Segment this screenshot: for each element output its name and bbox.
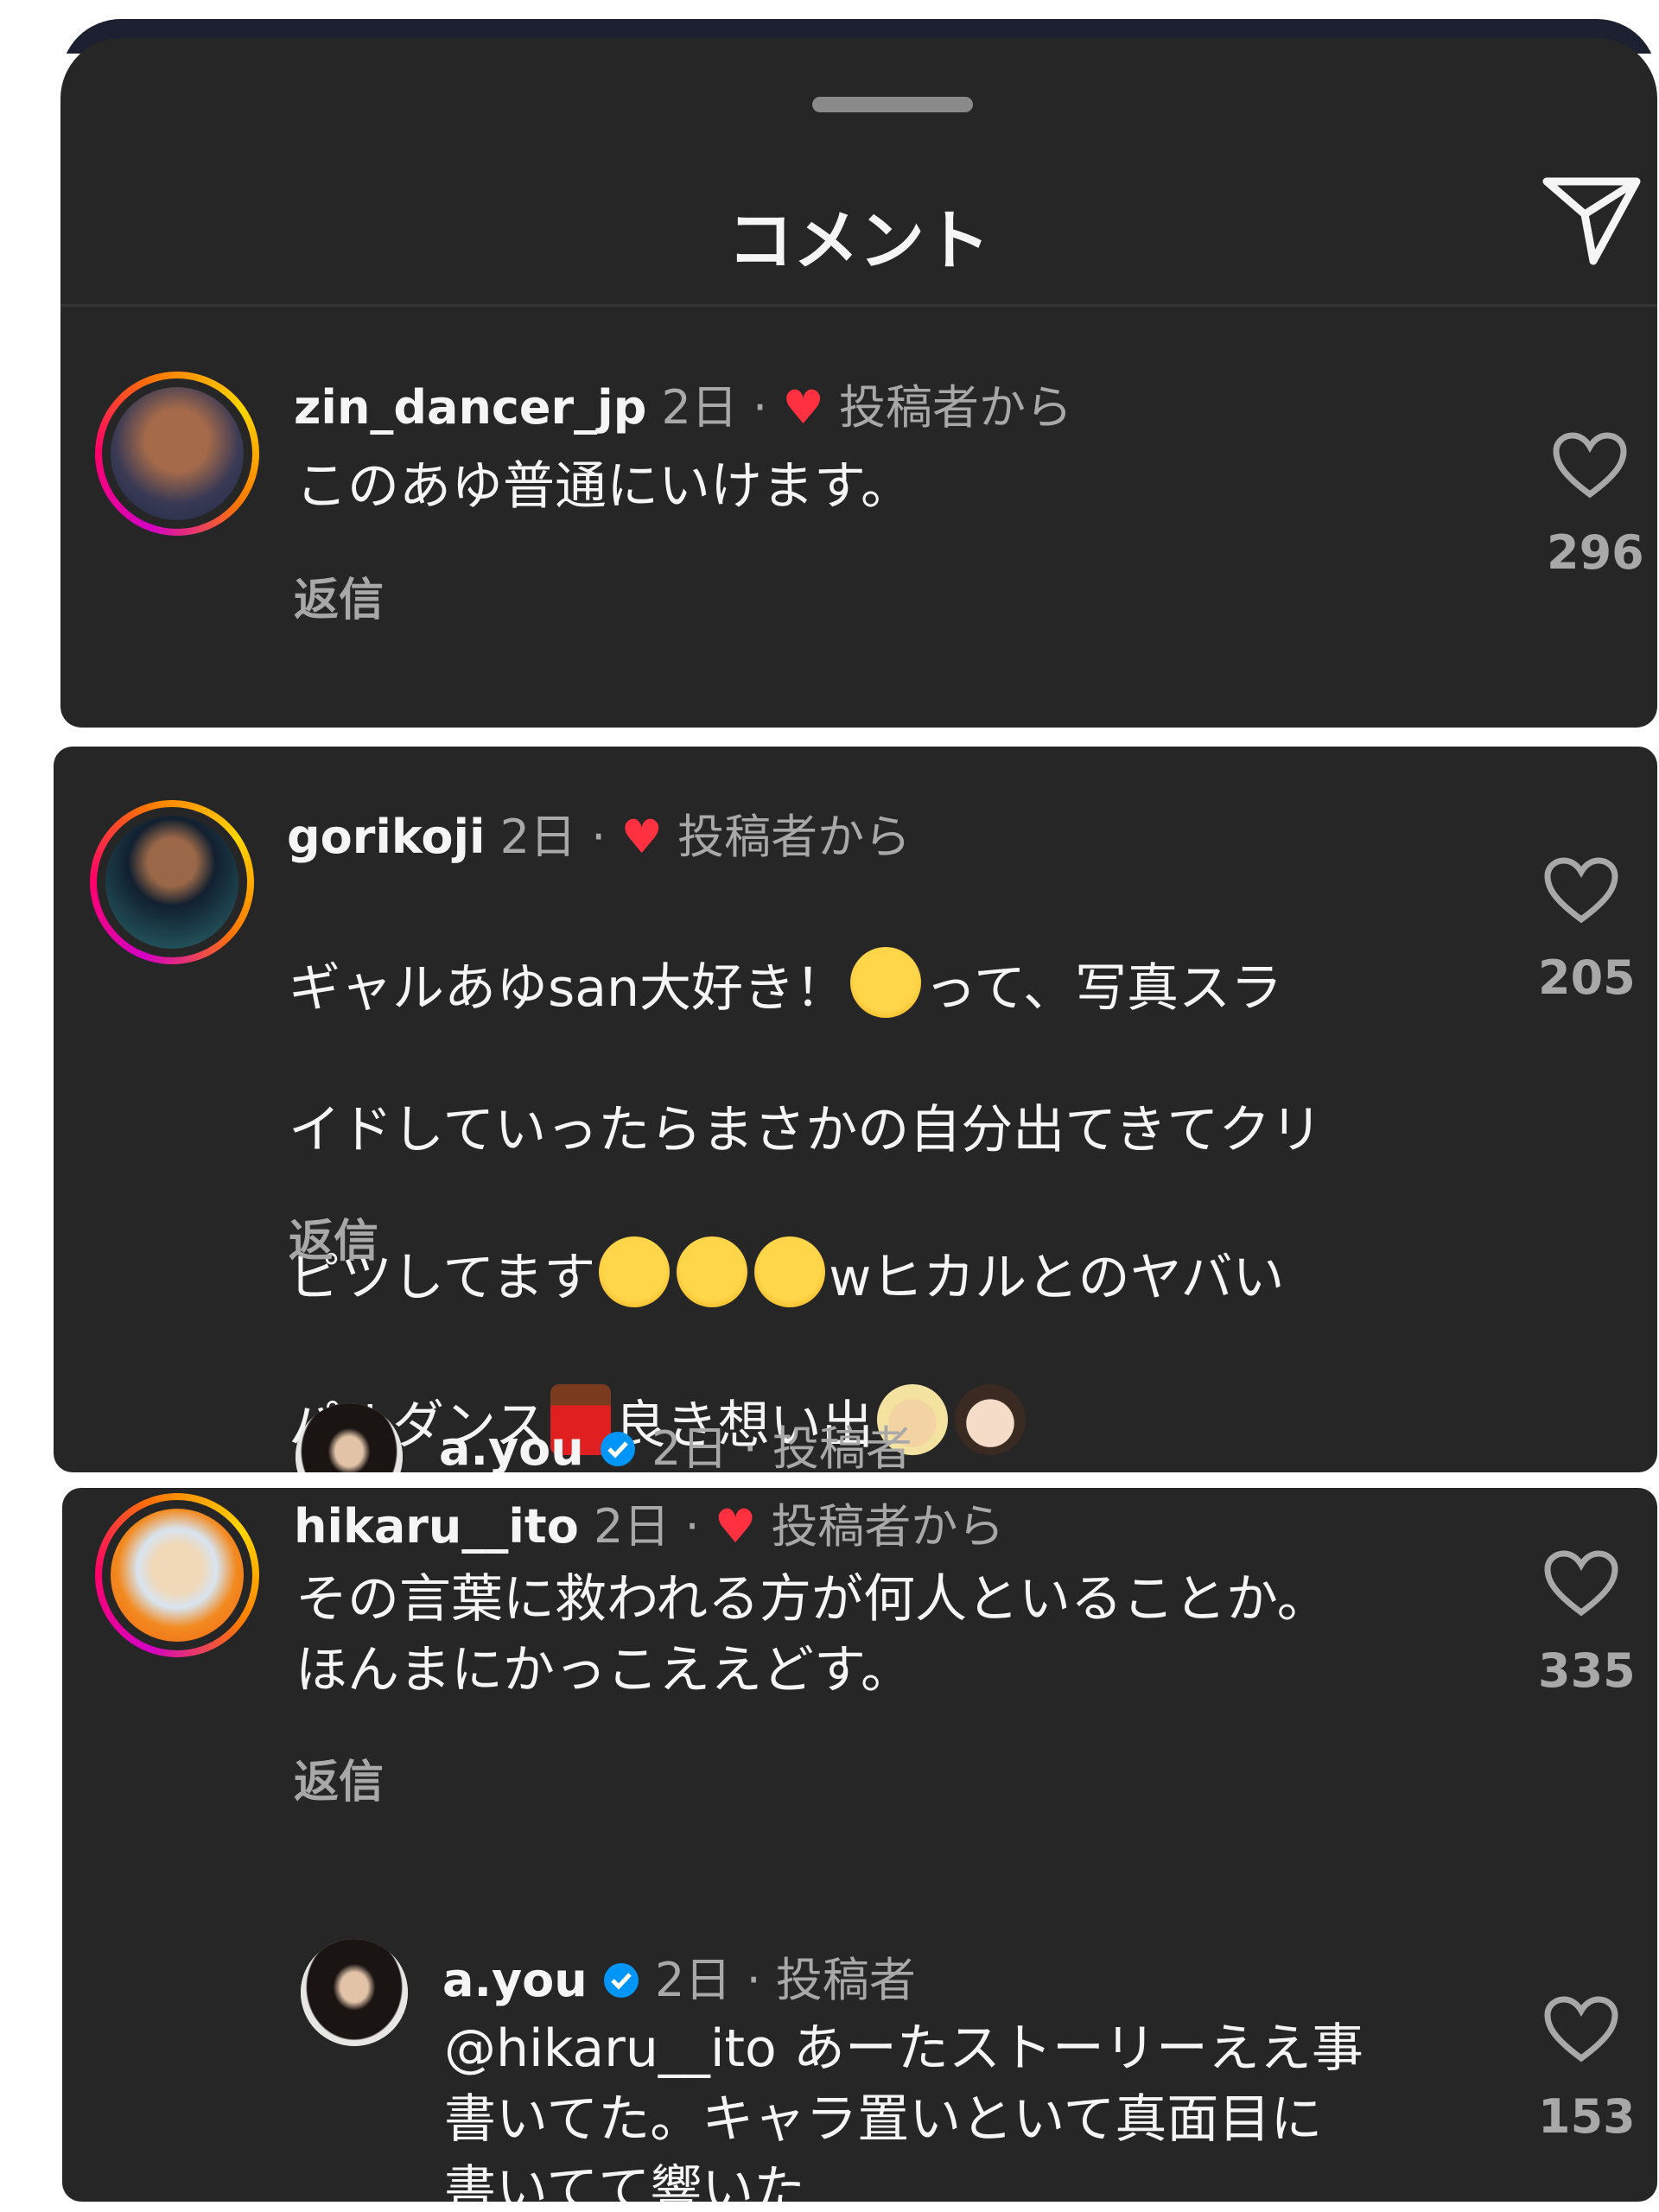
username[interactable]: a.you: [442, 1953, 588, 2007]
author-label: 投稿者: [775, 1953, 916, 2007]
reply-button[interactable]: 返信: [294, 1745, 384, 1810]
like-button[interactable]: 296: [1547, 432, 1644, 580]
comment-time: 2日: [655, 1953, 732, 2007]
like-button[interactable]: 153: [1538, 1996, 1636, 2144]
astonished-emoji-icon: [599, 1236, 671, 1307]
drag-handle[interactable]: [812, 97, 973, 112]
author-label: 投稿者: [772, 1421, 912, 1472]
username[interactable]: gorikoji: [287, 810, 485, 864]
heart-filled-icon: ♥: [782, 380, 824, 435]
author-liked-label: 投稿者から: [838, 380, 1072, 435]
reply-meta: a.you 2日 · 投稿者: [439, 1410, 912, 1472]
comment-time: 2日: [593, 1499, 671, 1554]
like-count: 153: [1538, 2089, 1636, 2144]
comment-time: 2日: [661, 380, 738, 435]
comment-panel-gorikoji: gorikoji 2日 · ♥ 投稿者から ギャルあゆsan大好き！ って、写真ス…: [54, 747, 1657, 1472]
reply-text: @hikaru__ito あーたストーリーええ事 書いてた。キャラ置いといて真面…: [444, 2018, 1363, 2202]
username[interactable]: a.you: [439, 1421, 584, 1472]
comment-meta: zin_dancer_jp 2日 · ♥ 投稿者から: [294, 380, 1072, 435]
like-button[interactable]: 205: [1538, 857, 1636, 1005]
heart-outline-icon[interactable]: [1544, 1996, 1618, 2063]
avatar-zin-dancer[interactable]: [95, 372, 259, 536]
verified-badge-icon: [600, 1432, 635, 1466]
heart-filled-icon: ♥: [620, 810, 663, 864]
avatar-hikaru-ito[interactable]: [95, 1493, 259, 1657]
astonished-emoji-icon: [754, 1236, 826, 1307]
comment-text: その言葉に救われる方が何人といることか。 ほんまにかっこええどす。: [296, 1569, 1329, 1700]
comment-time: 2日: [499, 810, 577, 864]
comments-sheet: コメント zin_dancer_jp 2日 · ♥ 投稿者から このあゆ普通にい…: [60, 19, 1657, 728]
reply-button[interactable]: 返信: [289, 1205, 378, 1269]
like-count: 335: [1538, 1643, 1636, 1698]
comment-text: ギャルあゆsan大好き！ って、写真スラ イドしていったらまさかの自分出てきてクリ…: [289, 876, 1533, 1461]
comment-time: 2日: [652, 1421, 728, 1472]
comment-meta: gorikoji 2日 · ♥ 投稿者から: [287, 810, 912, 864]
bearded-person-emoji-icon: [954, 1384, 1026, 1455]
astonished-emoji-icon: [677, 1236, 748, 1307]
comment-meta: hikaru__ito 2日 · ♥ 投稿者から: [294, 1499, 1005, 1554]
send-icon[interactable]: [1540, 166, 1643, 270]
username[interactable]: zin_dancer_jp: [294, 380, 646, 435]
heart-outline-icon[interactable]: [1553, 432, 1627, 499]
username[interactable]: hikaru__ito: [294, 1499, 579, 1554]
header-divider: [60, 304, 1657, 307]
avatar-a-you[interactable]: [301, 1939, 408, 2046]
heart-outline-icon[interactable]: [1544, 1550, 1618, 1618]
comment-panel-hikaru: hikaru__ito 2日 · ♥ 投稿者から その言葉に救われる方が何人とい…: [62, 1488, 1657, 2202]
like-count: 205: [1538, 950, 1636, 1005]
avatar-gorikoji[interactable]: [90, 800, 254, 964]
author-liked-label: 投稿者から: [677, 810, 912, 864]
like-count: 296: [1547, 525, 1644, 580]
comment-text: このあゆ普通にいけます。: [296, 456, 912, 517]
like-button[interactable]: 335: [1538, 1550, 1636, 1698]
heart-filled-icon: ♥: [714, 1499, 757, 1554]
author-liked-label: 投稿者から: [771, 1499, 1005, 1554]
reply-button[interactable]: 返信: [294, 563, 384, 628]
heart-outline-icon[interactable]: [1544, 857, 1618, 925]
sheet-title: コメント: [728, 202, 990, 279]
heart-eyes-emoji-icon: [850, 947, 922, 1018]
reply-meta: a.you 2日 · 投稿者: [442, 1953, 916, 2007]
verified-badge-icon: [603, 1963, 639, 1998]
avatar-a-you[interactable]: [296, 1403, 403, 1472]
